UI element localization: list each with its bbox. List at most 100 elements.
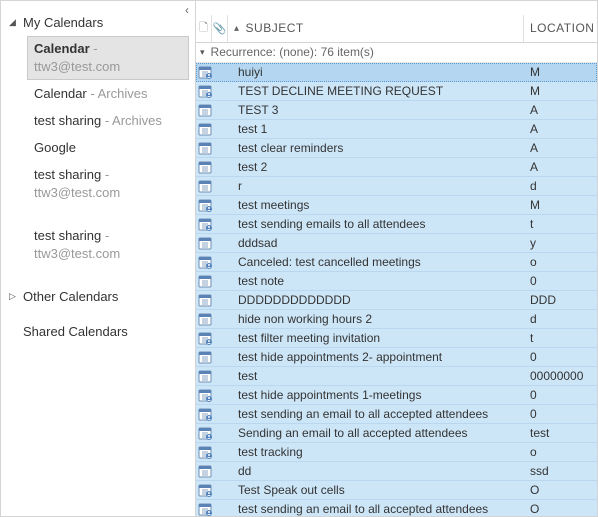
subject-cell: Test Speak out cells	[228, 483, 524, 497]
sort-asc-icon: ▴	[234, 23, 240, 34]
item-type-cell	[196, 367, 228, 385]
list-item[interactable]: test clear remindersA	[196, 139, 597, 158]
calendar-name: Google	[34, 140, 76, 155]
meeting-icon	[198, 483, 212, 497]
calendar-group-label: My Calendars	[23, 15, 103, 30]
item-type-cell	[196, 443, 228, 461]
subject-cell: test sending an email to all accepted at…	[228, 407, 524, 421]
subject-cell: test tracking	[228, 445, 524, 459]
item-type-cell	[196, 139, 228, 157]
calendar-group-header[interactable]: ▷Other Calendars	[9, 285, 195, 310]
list-item[interactable]: dddsady	[196, 234, 597, 253]
item-type-cell	[196, 272, 228, 290]
sidebar-calendar-item[interactable]: test sharing - ttw3@test.com	[27, 162, 189, 206]
list-item[interactable]: TEST 3A	[196, 101, 597, 120]
list-item[interactable]: Test Speak out cellsO	[196, 481, 597, 500]
list-item[interactable]: rd	[196, 177, 597, 196]
calendar-name: test sharing	[34, 167, 101, 182]
subject-cell: huiyi	[228, 65, 524, 79]
location-cell: o	[524, 255, 597, 269]
meeting-icon	[198, 445, 212, 459]
list-item[interactable]: test filter meeting invitationt	[196, 329, 597, 348]
item-type-cell	[196, 348, 228, 366]
calendar-sidebar: ‹ ◢ My Calendars Calendar - ttw3@test.comC…	[1, 1, 196, 516]
column-header-location-label: LOCATION	[530, 21, 594, 35]
chevron-down-icon: ▾	[200, 47, 205, 58]
collapse-sidebar-button[interactable]: ‹	[185, 3, 189, 17]
subject-cell: dd	[228, 464, 524, 478]
column-header-itemtype-icon[interactable]: 🗋	[196, 15, 212, 42]
list-item[interactable]: Sending an email to all accepted attende…	[196, 424, 597, 443]
sidebar-calendar-item[interactable]: test sharing - Archives	[27, 108, 189, 134]
appointment-icon	[198, 274, 212, 288]
sidebar-calendar-item[interactable]: test sharing - ttw3@test.com	[27, 223, 189, 267]
appointment-icon	[198, 160, 212, 174]
column-header-attachment-icon[interactable]: 📎	[212, 15, 228, 42]
location-cell: ssd	[524, 464, 597, 478]
item-type-cell	[196, 158, 228, 176]
list-item[interactable]: test 2A	[196, 158, 597, 177]
list-item[interactable]: test sending emails to all attendeest	[196, 215, 597, 234]
item-type-cell	[196, 177, 228, 195]
subject-cell: test 1	[228, 122, 524, 136]
list-item[interactable]: test hide appointments 1-meetings0	[196, 386, 597, 405]
sidebar-calendar-item[interactable]: Calendar - Archives	[27, 81, 189, 107]
location-cell: t	[524, 331, 597, 345]
list-item[interactable]: test note0	[196, 272, 597, 291]
item-type-cell	[196, 405, 228, 423]
meeting-icon	[198, 65, 212, 79]
item-type-cell	[196, 310, 228, 328]
list-item[interactable]: test 1A	[196, 120, 597, 139]
calendar-name: Calendar	[34, 41, 90, 56]
meeting-icon	[198, 388, 212, 402]
list-item[interactable]: TEST DECLINE MEETING REQUESTM	[196, 82, 597, 101]
column-header-location[interactable]: LOCATION	[524, 15, 597, 42]
meeting-icon	[198, 331, 212, 345]
subject-cell: test hide appointments 1-meetings	[228, 388, 524, 402]
item-type-cell	[196, 215, 228, 233]
location-cell: d	[524, 179, 597, 193]
meeting-icon	[198, 426, 212, 440]
location-cell: 00000000	[524, 369, 597, 383]
list-item[interactable]: test00000000	[196, 367, 597, 386]
list-item[interactable]: DDDDDDDDDDDDDDDD	[196, 291, 597, 310]
calendar-list-pane: 🗋 📎 ▴ SUBJECT LOCATION ▾ Recurrence: (no…	[196, 1, 597, 516]
appointment-icon	[198, 103, 212, 117]
location-cell: test	[524, 426, 597, 440]
sidebar-calendar-item[interactable]: Calendar - ttw3@test.com	[27, 36, 189, 80]
location-cell: A	[524, 103, 597, 117]
subject-cell: hide non working hours 2	[228, 312, 524, 326]
calendar-group-header[interactable]: Shared Calendars	[9, 320, 195, 345]
list-item[interactable]: test sending an email to all accepted at…	[196, 405, 597, 424]
list-item[interactable]: huiyiM	[196, 63, 597, 82]
sidebar-calendar-item[interactable]: Google	[27, 135, 189, 161]
list-group-header[interactable]: ▾ Recurrence: (none): 76 item(s)	[196, 43, 597, 63]
location-cell: o	[524, 445, 597, 459]
location-cell: O	[524, 502, 597, 516]
list-item[interactable]: hide non working hours 2d	[196, 310, 597, 329]
list-item[interactable]: test trackingo	[196, 443, 597, 462]
calendar-group-header[interactable]: ◢ My Calendars	[9, 11, 195, 36]
list-item[interactable]: test sending an email to all accepted at…	[196, 500, 597, 516]
list-item[interactable]: ddssd	[196, 462, 597, 481]
subject-cell: test sending emails to all attendees	[228, 217, 524, 231]
list-item[interactable]: test hide appointments 2- appointment0	[196, 348, 597, 367]
subject-cell: test hide appointments 2- appointment	[228, 350, 524, 364]
appointment-icon	[198, 122, 212, 136]
chevron-down-icon: ◢	[9, 17, 19, 28]
location-cell: DDD	[524, 293, 597, 307]
item-type-cell	[196, 234, 228, 252]
column-header-subject-label: SUBJECT	[246, 21, 304, 35]
item-type-cell	[196, 291, 228, 309]
meeting-icon	[198, 217, 212, 231]
column-header-subject[interactable]: ▴ SUBJECT	[228, 15, 524, 42]
meeting-icon	[198, 407, 212, 421]
calendar-name: test sharing	[34, 113, 101, 128]
item-type-cell	[196, 63, 228, 81]
list-item[interactable]: Canceled: test cancelled meetingso	[196, 253, 597, 272]
list-item[interactable]: test meetingsM	[196, 196, 597, 215]
location-cell: d	[524, 312, 597, 326]
appointment-icon	[198, 312, 212, 326]
appointment-icon	[198, 236, 212, 250]
subject-cell: test note	[228, 274, 524, 288]
